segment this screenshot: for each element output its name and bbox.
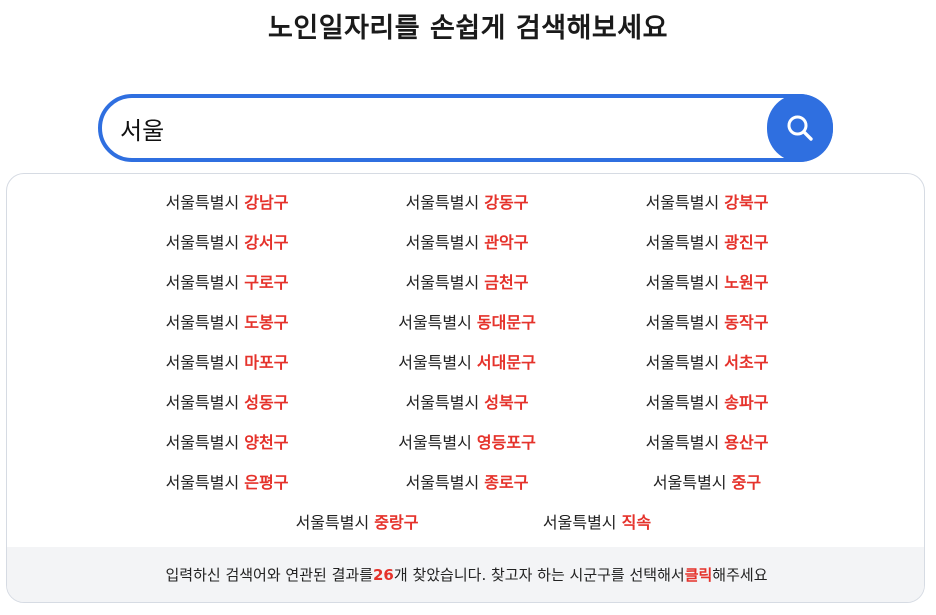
search-box: [98, 94, 833, 162]
result-item[interactable]: 서울특별시 영등포구: [347, 433, 587, 453]
result-city: 서울특별시: [165, 353, 240, 372]
result-item[interactable]: 서울특별시 직속: [477, 513, 717, 533]
result-district: 성북구: [484, 393, 529, 412]
result-item[interactable]: 서울특별시 강남구: [107, 193, 347, 213]
search-input[interactable]: [120, 110, 740, 146]
result-district: 종로구: [484, 473, 529, 492]
result-district: 강서구: [244, 233, 289, 252]
result-item[interactable]: 서울특별시 중구: [587, 473, 827, 493]
result-item[interactable]: 서울특별시 성북구: [347, 393, 587, 413]
result-district: 송파구: [724, 393, 769, 412]
result-city: 서울특별시: [645, 353, 720, 372]
result-item[interactable]: 서울특별시 강서구: [107, 233, 347, 253]
result-item[interactable]: 서울특별시 은평구: [107, 473, 347, 493]
result-district: 은평구: [244, 473, 289, 492]
result-city: 서울특별시: [645, 313, 720, 332]
result-district: 서대문구: [476, 353, 536, 372]
result-item[interactable]: 서울특별시 서초구: [587, 353, 827, 373]
search-button[interactable]: [767, 94, 833, 162]
result-district: 광진구: [724, 233, 769, 252]
result-city: 서울특별시: [165, 193, 240, 212]
result-city: 서울특별시: [645, 233, 720, 252]
result-district: 도봉구: [244, 313, 289, 332]
page-title: 노인일자리를 손쉽게 검색해보세요: [268, 13, 668, 44]
result-city: 서울특별시: [405, 393, 480, 412]
result-city: 서울특별시: [405, 273, 480, 292]
result-district: 서초구: [724, 353, 769, 372]
result-city: 서울특별시: [645, 433, 720, 452]
result-item[interactable]: 서울특별시 양천구: [107, 433, 347, 453]
result-item[interactable]: 서울특별시 동대문구: [347, 313, 587, 333]
summary-prefix: 입력하신 검색어와 연관된 결과를: [165, 566, 373, 584]
result-district: 성동구: [244, 393, 289, 412]
result-item[interactable]: 서울특별시 동작구: [587, 313, 827, 333]
result-city: 서울특별시: [398, 313, 472, 332]
result-item[interactable]: 서울특별시 도봉구: [107, 313, 347, 333]
result-city: 서울특별시: [165, 273, 240, 292]
result-item[interactable]: 서울특별시 구로구: [107, 273, 347, 293]
result-count: 26: [373, 565, 394, 584]
result-district: 중랑구: [374, 513, 419, 532]
result-item[interactable]: 서울특별시 관악구: [347, 233, 587, 253]
result-district: 양천구: [244, 433, 289, 452]
result-district: 관악구: [484, 233, 529, 252]
result-item[interactable]: 서울특별시 성동구: [107, 393, 347, 413]
search-bar: [98, 94, 833, 162]
result-city: 서울특별시: [295, 513, 370, 532]
result-city: 서울특별시: [165, 313, 240, 332]
result-item[interactable]: 서울특별시 용산구: [587, 433, 827, 453]
result-city: 서울특별시: [645, 393, 720, 412]
result-district: 강동구: [484, 193, 529, 212]
search-icon: [787, 115, 813, 141]
result-city: 서울특별시: [398, 433, 472, 452]
result-district: 동작구: [724, 313, 769, 332]
result-item[interactable]: 서울특별시 마포구: [107, 353, 347, 373]
result-item[interactable]: 서울특별시 강북구: [587, 193, 827, 213]
results-grid: 서울특별시 강남구 서울특별시 강동구 서울특별시 강북구 서울특별시 강서구 서울특별…: [7, 174, 924, 550]
result-city: 서울특별시: [645, 193, 720, 212]
result-item[interactable]: 서울특별시 서대문구: [347, 353, 587, 373]
result-city: 서울특별시: [542, 513, 617, 532]
result-item[interactable]: 서울특별시 금천구: [347, 273, 587, 293]
result-city: 서울특별시: [398, 353, 472, 372]
result-item[interactable]: 서울특별시 중랑구: [237, 513, 477, 533]
result-district: 직속: [621, 513, 652, 532]
result-item[interactable]: 서울특별시 송파구: [587, 393, 827, 413]
result-district: 구로구: [244, 273, 289, 292]
result-district: 노원구: [724, 273, 769, 292]
summary-suffix: 해주세요: [712, 566, 768, 584]
result-district: 강북구: [724, 193, 769, 212]
result-item[interactable]: 서울특별시 강동구: [347, 193, 587, 213]
result-city: 서울특별시: [405, 193, 480, 212]
result-city: 서울특별시: [165, 393, 240, 412]
result-district: 동대문구: [476, 313, 536, 332]
result-city: 서울특별시: [165, 473, 240, 492]
result-city: 서울특별시: [645, 273, 720, 292]
result-city: 서울특별시: [165, 233, 240, 252]
result-city: 서울특별시: [652, 473, 727, 492]
result-district: 중구: [731, 473, 762, 492]
page: 노인일자리를 손쉽게 검색해보세요 서울특별시 강남구서울특별시 강동구서울특별…: [0, 0, 936, 615]
result-district: 마포구: [244, 353, 289, 372]
result-city: 서울특별시: [405, 473, 480, 492]
result-district: 영등포구: [476, 433, 536, 452]
results-summary: 입력하신 검색어와 연관된 결과를 26 개 찾았습니다. 찾고자 하는 시군구…: [7, 547, 924, 602]
results-panel: 서울특별시 강남구 서울특별시 강동구 서울특별시 강북구 서울특별시 강서구 서울특별…: [6, 173, 925, 603]
summary-middle: 개 찾았습니다. 찾고자 하는 시군구를 선택해서: [393, 566, 685, 584]
click-word: 클릭: [684, 566, 713, 584]
result-item[interactable]: 서울특별시 노원구: [587, 273, 827, 293]
result-district: 금천구: [484, 273, 529, 292]
result-city: 서울특별시: [165, 433, 240, 452]
result-district: 용산구: [724, 433, 769, 452]
result-item[interactable]: 서울특별시 광진구: [587, 233, 827, 253]
result-item[interactable]: 서울특별시 종로구: [347, 473, 587, 493]
result-city: 서울특별시: [405, 233, 480, 252]
result-district: 강남구: [244, 193, 289, 212]
